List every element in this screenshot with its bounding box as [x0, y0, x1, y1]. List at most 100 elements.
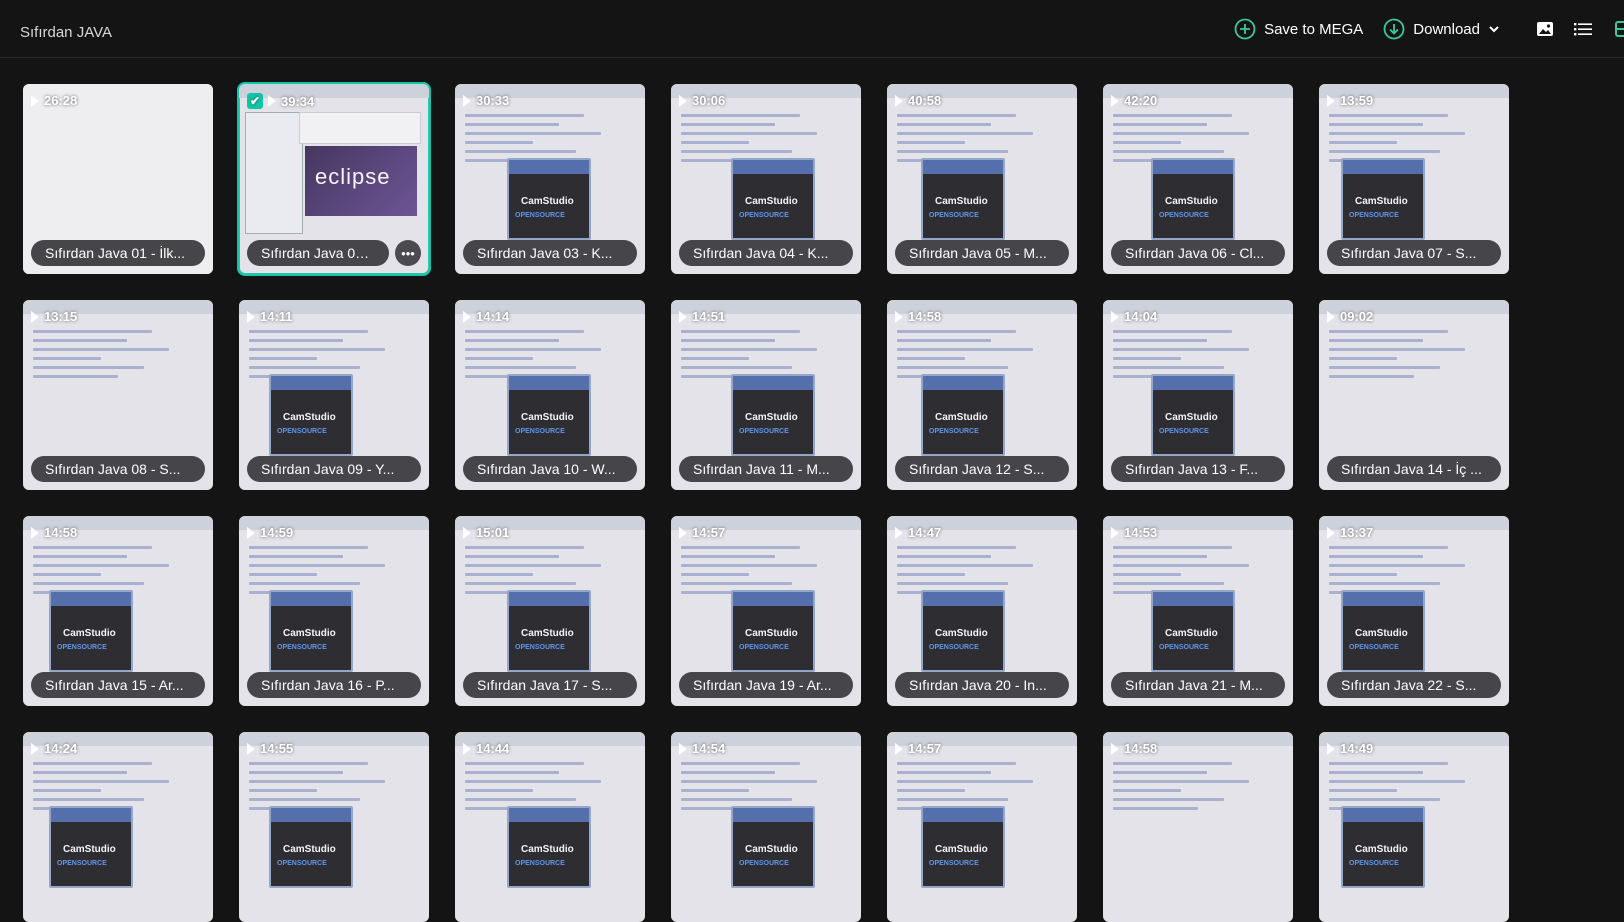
play-icon [247, 526, 255, 539]
video-card[interactable]: CamStudio OPENSOURCE 14:11 Sıfırdan Java 09… [239, 300, 429, 490]
play-icon [1327, 742, 1335, 755]
grid-view-icon[interactable] [1610, 18, 1624, 40]
video-title: Sıfırdan Java 10 - W... [463, 456, 637, 482]
video-card[interactable]: CamStudio OPENSOURCE 14:24 [23, 732, 213, 922]
video-title: Sıfırdan Java 16 - P... [247, 672, 421, 698]
video-card[interactable]: 09:02 Sıfırdan Java 14 - İç ... [1319, 300, 1509, 490]
duration-text: 14:57 [908, 741, 942, 756]
duration-text: 26:28 [44, 93, 78, 108]
video-card[interactable]: CamStudio OPENSOURCE 14:57 [887, 732, 1077, 922]
play-icon [31, 310, 39, 323]
checkbox-icon[interactable]: ✔ [247, 93, 263, 109]
duration-text: 14:24 [44, 741, 78, 756]
video-card[interactable]: CamStudio OPENSOURCE 14:51 Sıfırdan Java 11… [671, 300, 861, 490]
duration-text: 14:47 [908, 525, 942, 540]
plus-circle-icon [1234, 18, 1256, 40]
duration-badge: 30:06 [679, 93, 725, 108]
play-icon [1327, 526, 1335, 539]
play-icon [1111, 310, 1119, 323]
duration-badge: 14:57 [679, 525, 725, 540]
top-bar: Sıfırdan JAVA Save to MEGA Download [0, 0, 1624, 58]
save-to-mega-button[interactable]: Save to MEGA [1234, 18, 1363, 40]
video-card[interactable]: CamStudio OPENSOURCE 14:54 [671, 732, 861, 922]
duration-badge: 14:58 [895, 309, 941, 324]
duration-text: 14:58 [1124, 741, 1158, 756]
duration-badge: 14:58 [31, 525, 77, 540]
thumbnail-overlay [23, 732, 213, 922]
duration-text: 30:06 [692, 93, 726, 108]
video-title: Sıfırdan Java 01 - İlk... [31, 240, 205, 266]
duration-text: 09:02 [1340, 309, 1374, 324]
duration-badge: 14:24 [31, 741, 77, 756]
duration-text: 14:51 [692, 309, 726, 324]
video-card[interactable]: CamStudio OPENSOURCE 13:37 Sıfırdan Java 22… [1319, 516, 1509, 706]
play-icon [1111, 94, 1119, 107]
video-card[interactable]: CamStudio OPENSOURCE 14:14 Sıfırdan Java 10… [455, 300, 645, 490]
video-card[interactable]: CamStudio OPENSOURCE 14:44 [455, 732, 645, 922]
duration-text: 14:04 [1124, 309, 1158, 324]
duration-badge: 13:15 [31, 309, 77, 324]
video-title: Sıfırdan Java 22 - S... [1327, 672, 1501, 698]
image-view-icon[interactable] [1534, 18, 1556, 40]
play-icon [895, 742, 903, 755]
thumbnail-overlay [887, 732, 1077, 922]
duration-badge: 14:55 [247, 741, 293, 756]
duration-badge: 26:28 [31, 93, 77, 108]
video-card[interactable]: CamStudio OPENSOURCE 13:59 Sıfırdan Java 07… [1319, 84, 1509, 274]
duration-text: 40:58 [908, 93, 942, 108]
duration-badge: 09:02 [1327, 309, 1373, 324]
duration-badge: 13:37 [1327, 525, 1373, 540]
video-card[interactable]: 14:58 [1103, 732, 1293, 922]
play-icon [268, 95, 276, 107]
more-options-icon[interactable]: ••• [395, 240, 421, 266]
video-card[interactable]: CamStudio OPENSOURCE 14:53 Sıfırdan Java 21… [1103, 516, 1293, 706]
play-icon [463, 742, 471, 755]
video-card[interactable]: CamStudio OPENSOURCE 15:01 Sıfırdan Java 17… [455, 516, 645, 706]
play-icon [463, 94, 471, 107]
duration-text: 14:11 [260, 309, 293, 324]
video-card[interactable]: CamStudio OPENSOURCE 14:47 Sıfırdan Java 20… [887, 516, 1077, 706]
save-to-mega-label: Save to MEGA [1264, 20, 1364, 38]
video-card[interactable]: CamStudio OPENSOURCE 14:49 [1319, 732, 1509, 922]
video-card[interactable]: 13:15 Sıfırdan Java 08 - S... [23, 300, 213, 490]
list-view-icon[interactable] [1572, 18, 1594, 40]
duration-badge: 14:53 [1111, 525, 1157, 540]
duration-text: 42:20 [1124, 93, 1158, 108]
video-card[interactable]: CamStudio OPENSOURCE 30:06 Sıfırdan Java 04… [671, 84, 861, 274]
video-card[interactable]: CamStudio OPENSOURCE 14:55 [239, 732, 429, 922]
video-title: Sıfırdan Java 15 - Ar... [31, 672, 205, 698]
video-card[interactable]: CamStudio OPENSOURCE 14:59 Sıfırdan Java 16… [239, 516, 429, 706]
video-card[interactable]: eclipse ✔ 39:34 Sıfırdan Java 02 - St... ••• [237, 82, 431, 276]
duration-badge: ✔ 39:34 [247, 93, 314, 109]
download-circle-icon [1383, 18, 1405, 40]
download-button[interactable]: Download [1383, 18, 1500, 40]
play-icon [31, 526, 39, 539]
duration-badge: 14:11 [247, 309, 293, 324]
folder-title: Sıfırdan JAVA [20, 24, 112, 41]
thumbnail-overlay [671, 732, 861, 922]
duration-badge: 14:49 [1327, 741, 1373, 756]
duration-text: 14:14 [476, 309, 510, 324]
video-title: Sıfırdan Java 14 - İç ... [1327, 456, 1501, 482]
duration-badge: 14:57 [895, 741, 941, 756]
download-label: Download [1413, 20, 1480, 38]
video-card[interactable]: CamStudio OPENSOURCE 30:33 Sıfırdan Java 03… [455, 84, 645, 274]
video-card[interactable]: 26:28 Sıfırdan Java 01 - İlk... [23, 84, 213, 274]
video-card[interactable]: CamStudio OPENSOURCE 14:04 Sıfırdan Java 13… [1103, 300, 1293, 490]
video-title: Sıfırdan Java 04 - K... [679, 240, 853, 266]
duration-badge: 14:51 [679, 309, 725, 324]
video-card[interactable]: CamStudio OPENSOURCE 14:57 Sıfırdan Java 19… [671, 516, 861, 706]
duration-text: 13:37 [1340, 525, 1374, 540]
video-title: Sıfırdan Java 08 - S... [31, 456, 205, 482]
play-icon [1327, 310, 1335, 323]
play-icon [463, 526, 471, 539]
duration-text: 14:44 [476, 741, 510, 756]
video-card[interactable]: CamStudio OPENSOURCE 42:20 Sıfırdan Java 06… [1103, 84, 1293, 274]
view-toggle [1534, 18, 1624, 40]
video-card[interactable]: CamStudio OPENSOURCE 14:58 Sıfırdan Java 15… [23, 516, 213, 706]
video-title: Sıfırdan Java 17 - S... [463, 672, 637, 698]
video-card[interactable]: CamStudio OPENSOURCE 40:58 Sıfırdan Java 05… [887, 84, 1077, 274]
video-card[interactable]: CamStudio OPENSOURCE 14:58 Sıfırdan Java 12… [887, 300, 1077, 490]
play-icon [895, 526, 903, 539]
duration-text: 14:53 [1124, 525, 1158, 540]
